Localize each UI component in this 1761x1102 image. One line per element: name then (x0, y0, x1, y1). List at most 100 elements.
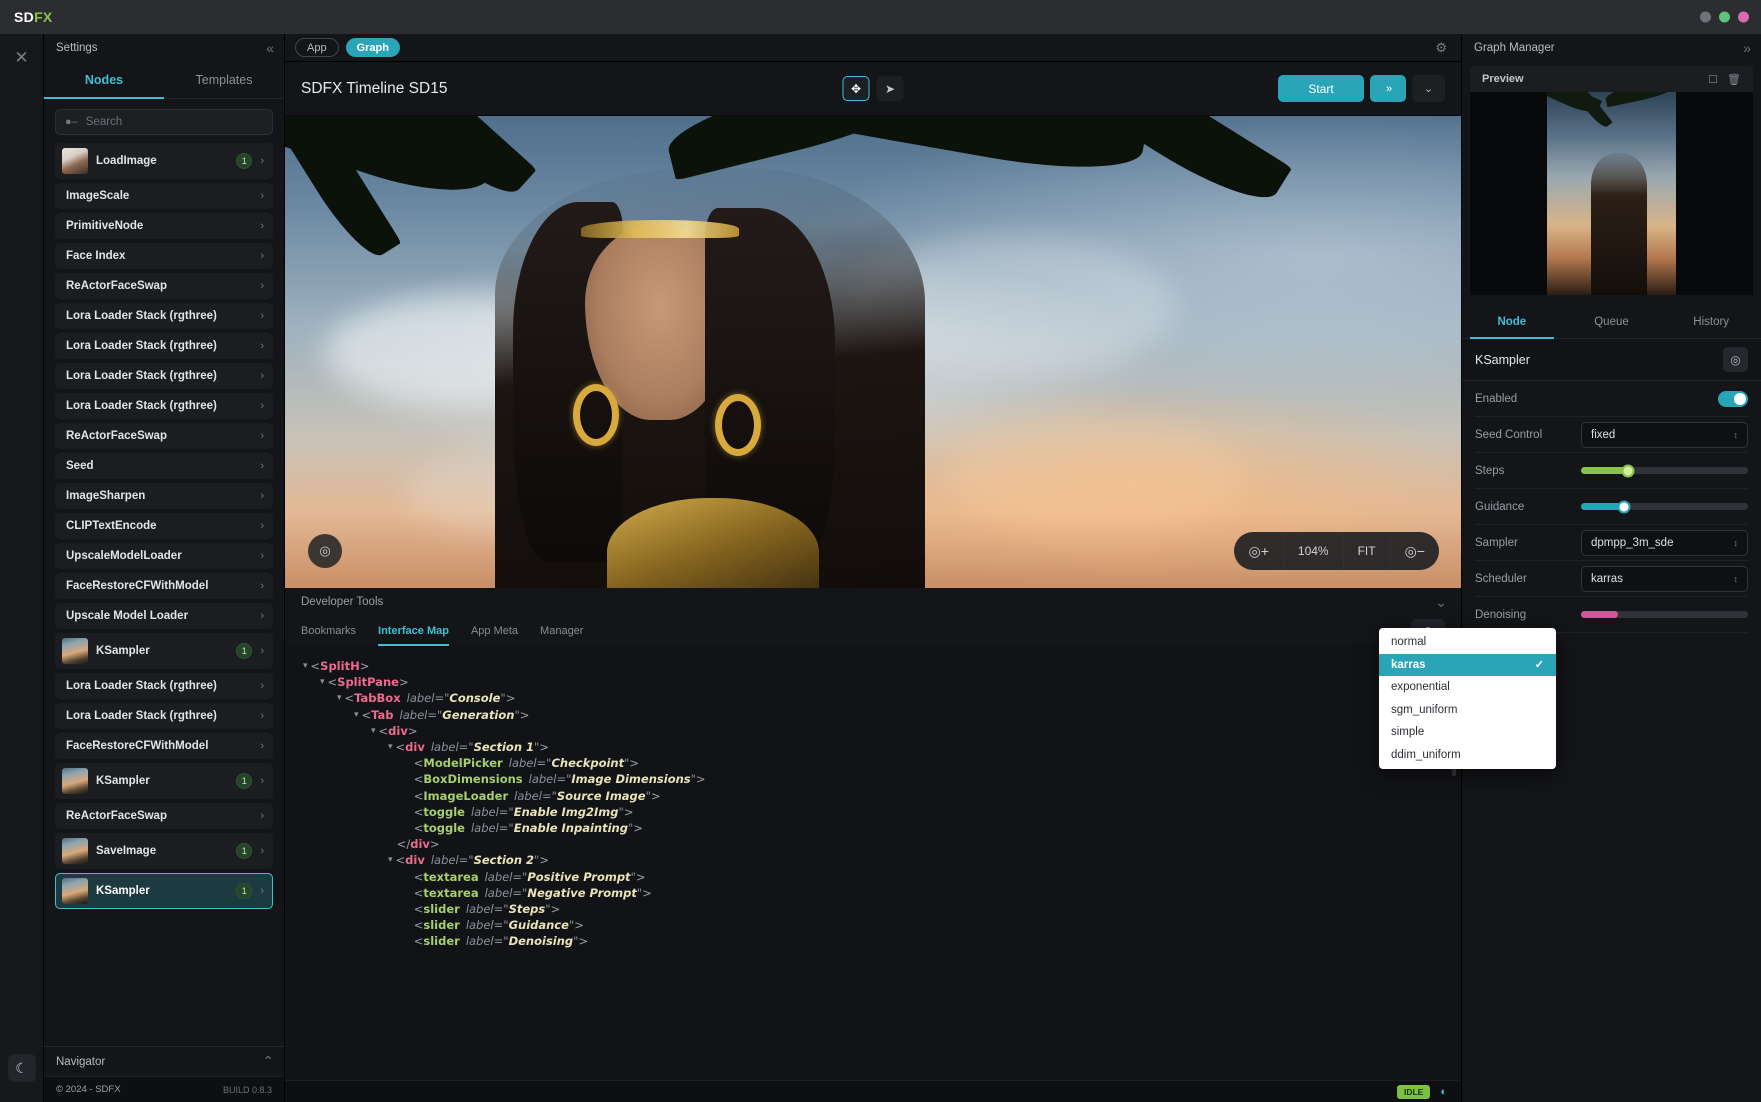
node-list-item[interactable]: Seed › (55, 453, 273, 479)
slider-track[interactable] (1581, 611, 1748, 618)
chevron-right-icon[interactable]: › (260, 710, 264, 722)
property-select[interactable]: dpmpp_3m_sde ↕ (1581, 529, 1748, 556)
tab-nodes[interactable]: Nodes (44, 62, 164, 99)
node-list-item[interactable]: ReActorFaceSwap › (55, 423, 273, 449)
property-slider-wrap[interactable] (1581, 611, 1761, 618)
node-list-item[interactable]: LoadImage 1 › (55, 143, 273, 179)
tree-caret-icon[interactable] (388, 839, 394, 849)
chevron-right-icon[interactable]: › (260, 580, 264, 592)
chevron-right-icon[interactable]: › (260, 810, 264, 822)
devtools-tab[interactable]: Bookmarks (301, 616, 356, 646)
node-list-item[interactable]: Lora Loader Stack (rgthree) › (55, 363, 273, 389)
chevron-right-icon[interactable]: › (260, 775, 264, 787)
slider-thumb[interactable] (1621, 464, 1635, 477)
chevron-right-icon[interactable]: › (260, 490, 264, 502)
node-list-item[interactable]: Lora Loader Stack (rgthree) › (55, 703, 273, 729)
node-list-item[interactable]: FaceRestoreCFWithModel › (55, 733, 273, 759)
move-tool-icon[interactable]: ✥ (842, 76, 870, 101)
chevron-right-icon[interactable]: › (260, 190, 264, 202)
node-list-item[interactable]: ImageSharpen › (55, 483, 273, 509)
tree-caret-icon[interactable] (405, 758, 411, 768)
chevron-right-icon[interactable]: › (260, 280, 264, 292)
navigator-section[interactable]: Navigator ⌃ (44, 1046, 284, 1076)
zoom-out-icon[interactable]: ◎− (1391, 532, 1439, 570)
tab-templates[interactable]: Templates (164, 62, 284, 98)
graph-manager-tab[interactable]: Queue (1562, 305, 1662, 338)
tree-line[interactable]: ▾ < div > (295, 723, 1461, 739)
close-icon[interactable]: ✕ (8, 44, 36, 72)
node-list-item[interactable]: UpscaleModelLoader › (55, 543, 273, 569)
tree-line[interactable]: < slider label =" Denoising " > (295, 933, 1461, 949)
graph-manager-tab[interactable]: History (1661, 305, 1761, 338)
tree-caret-icon[interactable] (405, 872, 411, 882)
theme-moon-icon[interactable]: ☾ (7, 1054, 36, 1082)
tree-caret-icon[interactable]: ▾ (388, 742, 393, 752)
chevron-right-icon[interactable]: › (260, 645, 264, 657)
tree-caret-icon[interactable] (405, 904, 411, 914)
chevron-right-icon[interactable]: › (260, 845, 264, 857)
tree-line[interactable]: < textarea label =" Positive Prompt " > (295, 868, 1461, 884)
dropdown-option[interactable]: sgm_uniform (1379, 699, 1556, 722)
tree-caret-icon[interactable] (405, 807, 411, 817)
tree-line[interactable]: < ImageLoader label =" Source Image " > (295, 788, 1461, 804)
dropdown-option[interactable]: simple (1379, 721, 1556, 744)
node-list-item[interactable]: Face Index › (55, 243, 273, 269)
node-list-item[interactable]: KSampler 1 › (55, 873, 273, 909)
tree-line[interactable]: ▾ < div label =" Section 2 " > (295, 852, 1461, 868)
chevron-up-icon[interactable]: ⌃ (262, 1053, 274, 1070)
slider-track[interactable] (1581, 500, 1748, 513)
gear-icon[interactable]: ⚙ (1435, 40, 1447, 56)
tree-line[interactable]: ▾ < Tab label =" Generation " > (295, 707, 1461, 723)
preview-image-box[interactable] (1470, 92, 1753, 295)
tree-caret-icon[interactable]: ▾ (354, 710, 359, 720)
property-select[interactable]: fixed ↕ (1581, 421, 1748, 448)
chevron-right-icon[interactable]: › (260, 680, 264, 692)
node-list-item[interactable]: Lora Loader Stack (rgthree) › (55, 303, 273, 329)
node-locate-icon[interactable]: ◎ (1723, 347, 1748, 372)
dropdown-option[interactable]: karras ✓ (1379, 653, 1556, 676)
collapse-left-icon[interactable]: « (266, 40, 274, 56)
node-list-item[interactable]: ReActorFaceSwap › (55, 273, 273, 299)
chevron-right-icon[interactable]: › (260, 370, 264, 382)
interface-map-tree[interactable]: ▾ < SplitH > ▾ < SplitPane > ▾ < TabBox label =" Cons… (285, 646, 1461, 1080)
slider-thumb[interactable] (1617, 500, 1631, 513)
devtools-tab[interactable]: Manager (540, 616, 583, 646)
chevron-right-icon[interactable]: › (260, 400, 264, 412)
tree-line[interactable]: ▾ < TabBox label =" Console " > (295, 690, 1461, 706)
tree-caret-icon[interactable]: ▾ (371, 726, 376, 736)
image-canvas[interactable]: ◎ ◎+ 104% FIT ◎− (285, 116, 1461, 588)
window-maximize-dot[interactable] (1719, 11, 1730, 23)
node-list[interactable]: LoadImage 1 › ImageScale › PrimitiveNode › Face… (44, 143, 284, 1046)
start-button[interactable]: Start (1278, 75, 1364, 102)
chevron-down-icon[interactable]: ⌄ (1412, 75, 1445, 102)
zoom-in-icon[interactable]: ◎+ (1234, 532, 1284, 570)
queue-advance-button[interactable]: » (1370, 75, 1406, 102)
node-list-item[interactable]: Lora Loader Stack (rgthree) › (55, 673, 273, 699)
tree-line[interactable]: < toggle label =" Enable Inpainting " > (295, 820, 1461, 836)
chevron-right-icon[interactable]: › (260, 460, 264, 472)
window-controls[interactable] (1700, 11, 1749, 23)
tree-line[interactable]: ▾ < SplitPane > (295, 674, 1461, 690)
tree-line[interactable]: < BoxDimensions label =" Image Dimensions " > (295, 771, 1461, 787)
property-slider-wrap[interactable]: 40 (1581, 464, 1761, 477)
node-list-item[interactable]: Lora Loader Stack (rgthree) › (55, 393, 273, 419)
trash-icon[interactable]: 🗑 (1727, 73, 1741, 86)
collapse-right-icon[interactable]: » (1743, 40, 1751, 56)
tab-graph[interactable]: Graph (345, 38, 400, 57)
devtools-collapse-icon[interactable]: ⌄ (1435, 594, 1447, 611)
node-list-item[interactable]: PrimitiveNode › (55, 213, 273, 239)
tree-line[interactable]: ▾ < div label =" Section 1 " > (295, 739, 1461, 755)
node-search-box[interactable]: ●– (55, 109, 273, 135)
node-list-item[interactable]: KSampler 1 › (55, 763, 273, 799)
tree-line[interactable]: < toggle label =" Enable Img2Img " > (295, 804, 1461, 820)
chevron-right-icon[interactable]: › (260, 430, 264, 442)
chevron-right-icon[interactable]: › (260, 520, 264, 532)
tree-caret-icon[interactable]: ▾ (388, 855, 393, 865)
node-list-item[interactable]: Upscale Model Loader › (55, 603, 273, 629)
chevron-right-icon[interactable]: › (260, 340, 264, 352)
slider-track[interactable] (1581, 464, 1748, 477)
tree-caret-icon[interactable]: ▾ (320, 677, 325, 687)
node-list-item[interactable]: ReActorFaceSwap › (55, 803, 273, 829)
scheduler-dropdown-menu[interactable]: normal karras ✓ exponential sgm_uniform simpl… (1379, 628, 1556, 769)
tree-caret-icon[interactable] (405, 774, 411, 784)
